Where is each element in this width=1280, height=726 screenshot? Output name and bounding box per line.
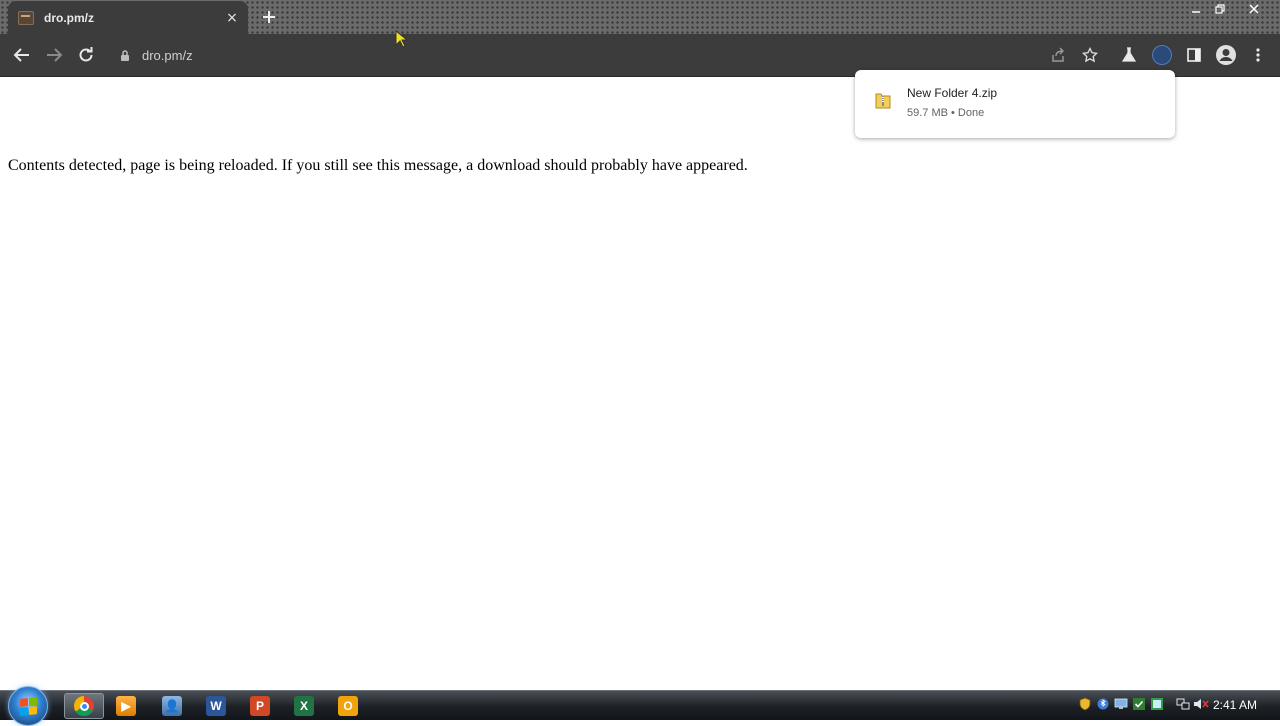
network-icon bbox=[1176, 698, 1190, 710]
tab-dro-pm[interactable]: dro.pm/z × bbox=[8, 1, 248, 34]
powerpoint-icon: P bbox=[250, 696, 270, 716]
update-tray-icon[interactable] bbox=[1149, 696, 1165, 712]
download-filename[interactable]: New Folder 4.zip bbox=[907, 86, 997, 100]
back-button[interactable] bbox=[10, 43, 34, 67]
zip-file-icon bbox=[875, 93, 891, 109]
checkmark-icon bbox=[1133, 698, 1145, 710]
star-icon bbox=[1082, 47, 1098, 63]
network-tray-icon[interactable] bbox=[1175, 696, 1191, 712]
lock-icon bbox=[121, 49, 129, 61]
restore-icon bbox=[1215, 4, 1225, 14]
download-indicator-icon bbox=[1150, 43, 1174, 67]
account-icon bbox=[1216, 45, 1236, 65]
check-tray-icon[interactable] bbox=[1131, 696, 1147, 712]
taskbar-media-player[interactable]: ▶ bbox=[106, 693, 146, 719]
display-tray-icon[interactable] bbox=[1113, 696, 1129, 712]
taskbar-word[interactable]: W bbox=[196, 693, 236, 719]
reload-button[interactable] bbox=[74, 43, 98, 67]
taskbar: ▶ 👤 W P X O 2:41 AM bbox=[0, 686, 1280, 726]
chrome-icon bbox=[74, 696, 94, 716]
download-status: 59.7 MB • Done bbox=[907, 107, 985, 119]
speaker-muted-icon bbox=[1194, 699, 1209, 709]
page-message: Contents detected, page is being reloade… bbox=[8, 157, 748, 174]
page-favicon-icon bbox=[18, 10, 34, 25]
volume-tray-icon[interactable] bbox=[1193, 696, 1209, 712]
reload-icon bbox=[79, 47, 93, 62]
menu-button[interactable] bbox=[1246, 43, 1270, 67]
side-panel-button[interactable] bbox=[1182, 43, 1206, 67]
taskbar-user-accounts[interactable]: 👤 bbox=[152, 693, 192, 719]
more-vert-icon bbox=[1256, 48, 1260, 62]
side-panel-icon bbox=[1187, 48, 1201, 62]
tab-title: dro.pm/z bbox=[44, 10, 94, 25]
plus-icon bbox=[263, 11, 275, 23]
media-player-icon: ▶ bbox=[116, 696, 136, 716]
flask-icon bbox=[1121, 47, 1137, 62]
url-text: dro.pm/z bbox=[142, 47, 193, 63]
bluetooth-icon bbox=[1097, 698, 1109, 710]
arrow-left-icon bbox=[13, 48, 29, 62]
close-icon bbox=[1249, 4, 1259, 14]
tab-close-icon[interactable]: × bbox=[224, 10, 240, 26]
minimize-button[interactable] bbox=[1183, 0, 1209, 18]
word-icon: W bbox=[206, 696, 226, 716]
taskbar-excel[interactable]: X bbox=[284, 693, 324, 719]
title-bar: dro.pm/z × bbox=[0, 0, 1280, 34]
monitor-icon bbox=[1114, 698, 1128, 709]
address-bar[interactable]: dro.pm/z bbox=[120, 45, 193, 65]
mouse-cursor-icon bbox=[395, 30, 409, 48]
taskbar-outlook[interactable]: O bbox=[328, 693, 368, 719]
minimize-icon bbox=[1192, 11, 1200, 13]
new-tab-button[interactable] bbox=[257, 5, 281, 29]
share-icon bbox=[1052, 47, 1064, 62]
share-button[interactable] bbox=[1046, 43, 1070, 67]
windows-update-icon bbox=[1151, 698, 1163, 710]
restore-button[interactable] bbox=[1207, 0, 1233, 18]
labs-button[interactable] bbox=[1117, 43, 1141, 67]
arrow-right-icon bbox=[47, 48, 63, 62]
outlook-icon: O bbox=[338, 696, 358, 716]
bluetooth-tray-icon[interactable] bbox=[1095, 696, 1111, 712]
taskbar-powerpoint[interactable]: P bbox=[240, 693, 280, 719]
excel-icon: X bbox=[294, 696, 314, 716]
security-tray-icon[interactable] bbox=[1077, 696, 1093, 712]
close-window-button[interactable] bbox=[1241, 0, 1267, 18]
taskbar-chrome[interactable] bbox=[64, 693, 104, 719]
users-icon: 👤 bbox=[162, 696, 182, 716]
bookmark-button[interactable] bbox=[1078, 43, 1102, 67]
page-content: Contents detected, page is being reloade… bbox=[0, 78, 1280, 690]
windows-logo-icon bbox=[20, 697, 37, 716]
download-bubble[interactable]: New Folder 4.zip 59.7 MB • Done bbox=[855, 70, 1175, 138]
profile-button[interactable] bbox=[1214, 43, 1238, 67]
shield-icon bbox=[1079, 697, 1091, 711]
forward-button[interactable] bbox=[42, 43, 66, 67]
downloads-button[interactable] bbox=[1150, 43, 1174, 67]
system-clock[interactable]: 2:41 AM bbox=[1213, 698, 1257, 712]
start-button[interactable] bbox=[8, 686, 48, 726]
